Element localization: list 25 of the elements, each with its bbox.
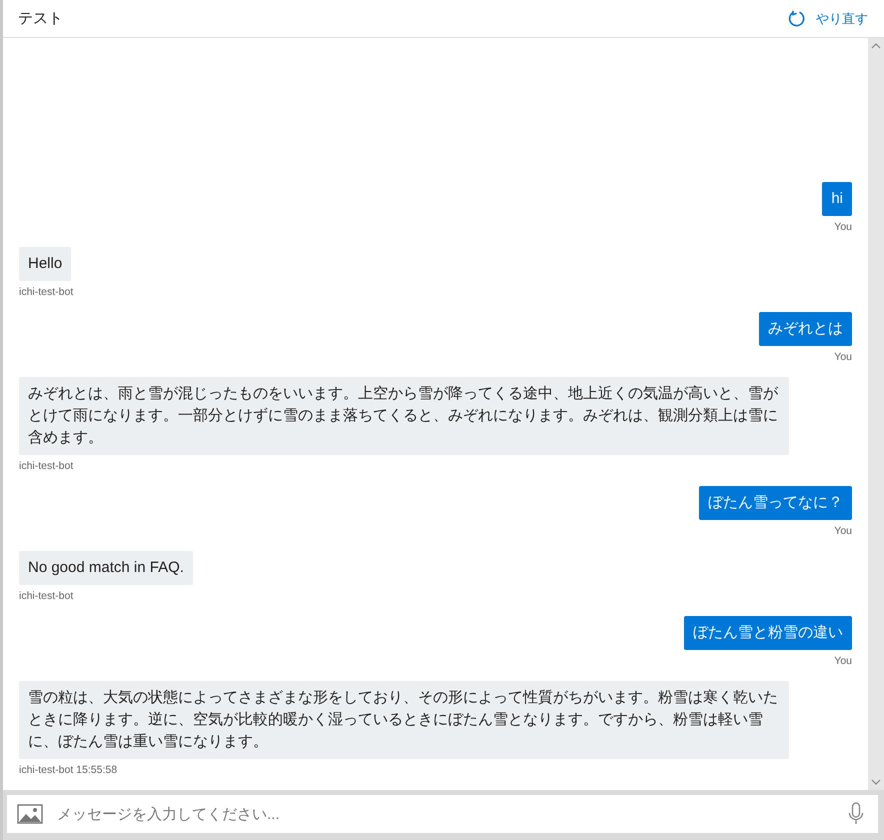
refresh-icon [788,10,806,28]
message-bubble: No good match in FAQ. [19,551,193,585]
message-caption: ichi-test-bot 15:55:58 [19,764,118,776]
restart-button[interactable]: やり直す [788,10,868,28]
message-bubble: Hello [19,247,72,281]
chat-title: テスト [18,9,63,28]
message-bubble: hi [822,182,852,216]
message-caption: ichi-test-bot [19,286,74,298]
scroll-up-icon[interactable] [871,42,881,50]
message-caption: ichi-test-bot [19,460,74,472]
message-bubble: みぞれとは、雨と雪が混じったものをいいます。上空から雪が降ってくる途中、地上近くの気温が高いと、雪がとけて雨になります。一部分とけずに雪のまま落ちてくると、みぞれになります。みぞれは、観測分類上は雪に含めます。 [19,377,789,455]
scroll-down-icon[interactable] [871,778,881,786]
message-input-field[interactable]: メッセージを入力してください... [55,804,836,824]
image-icon[interactable] [17,804,43,824]
message-bubble: 雪の粒は、大気の状態によってさまざまな形をしており、その形によって性質がちがいます。粉雪は寒く乾いたときに降ります。逆に、空気が比較的暖かく湿っているときにぼたん雪となります。ですから、粉雪は軽い雪に、ぼたん雪は重い雪になります。 [19,681,789,759]
message-composer[interactable]: メッセージを入力してください... [7,795,878,833]
message-bubble: ぼたん雪と粉雪の違い [684,616,852,650]
message-caption: You [834,351,852,363]
message-caption: You [834,655,852,667]
message-caption: You [834,221,852,233]
message-bubble: ぼたん雪ってなに？ [699,486,852,520]
message-caption: ichi-test-bot [19,590,74,602]
message-bubble: みぞれとは [759,312,852,346]
microphone-icon[interactable] [848,802,864,826]
message-caption: You [834,525,852,537]
